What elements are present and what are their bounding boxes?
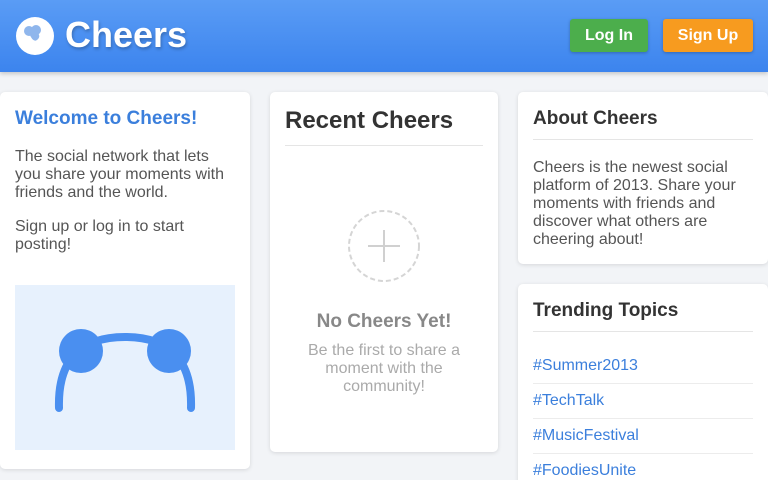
about-divider [533, 139, 753, 140]
login-button[interactable]: Log In [570, 19, 648, 52]
empty-state-title: No Cheers Yet! [316, 311, 452, 332]
welcome-title: Welcome to Cheers! [15, 108, 198, 129]
brand-name[interactable]: Cheers [65, 14, 187, 56]
about-title: About Cheers [533, 108, 658, 129]
trending-divider [533, 331, 753, 332]
signup-button[interactable]: Sign Up [663, 19, 753, 52]
welcome-illustration [15, 285, 235, 450]
about-text: Cheers is the newest social platform of … [533, 159, 736, 248]
trending-topic-link[interactable]: #MusicFestival [533, 419, 753, 454]
trending-topic-link[interactable]: #TechTalk [533, 384, 753, 419]
recent-divider [285, 145, 483, 146]
trending-topic-link[interactable]: #Summer2013 [533, 349, 753, 384]
top-header: Cheers Log In Sign Up [0, 0, 768, 72]
empty-state-text: Be the first to share a moment with the … [307, 342, 461, 395]
trending-title: Trending Topics [533, 300, 679, 321]
add-placeholder-icon [347, 209, 421, 283]
trending-topic-link[interactable]: #FoodiesUnite [533, 454, 753, 480]
trending-list: #Summer2013 #TechTalk #MusicFestival #Fo… [533, 349, 753, 480]
logo-icon [16, 17, 54, 55]
welcome-description: The social network that lets you share y… [15, 148, 224, 201]
recent-cheers-title: Recent Cheers [285, 107, 454, 134]
welcome-prompt: Sign up or log in to start posting! [15, 218, 184, 253]
